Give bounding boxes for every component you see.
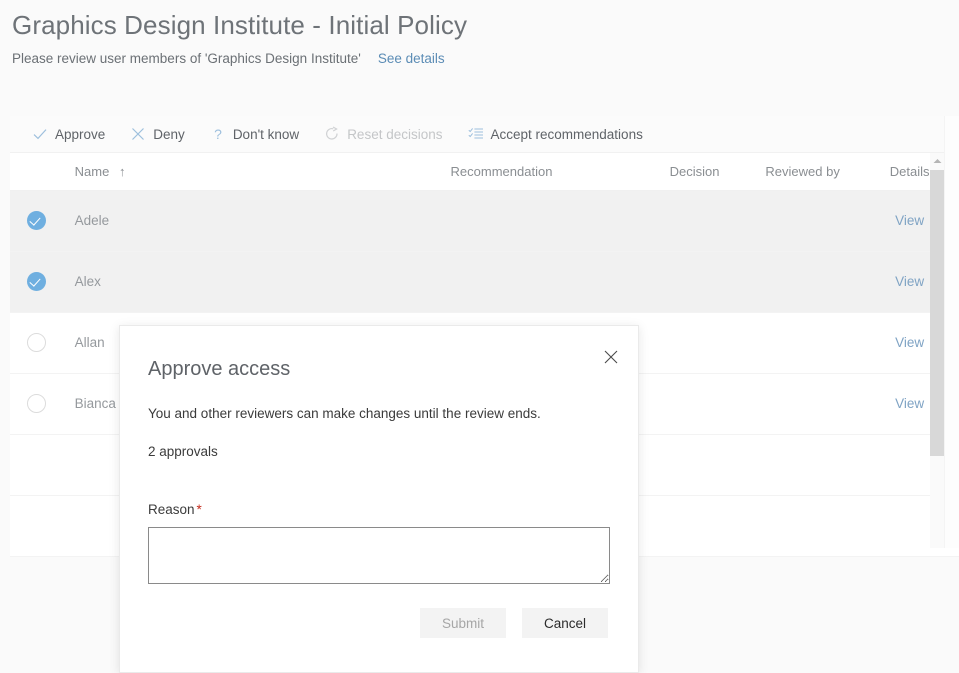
cancel-button[interactable]: Cancel bbox=[522, 608, 608, 638]
scrollbar-thumb[interactable] bbox=[930, 170, 945, 456]
accept-recommendations-button-label: Accept recommendations bbox=[491, 127, 643, 142]
row-reviewed-by-cell bbox=[745, 190, 860, 251]
reason-input[interactable] bbox=[148, 527, 610, 584]
command-bar: Approve Deny ? Don't know Reset decision… bbox=[10, 116, 959, 153]
row-decision-cell bbox=[644, 190, 745, 251]
row-select-cell[interactable] bbox=[10, 251, 63, 312]
row-name-cell: Alex bbox=[63, 251, 359, 312]
empty-cell bbox=[644, 495, 745, 556]
column-header-name-label: Name bbox=[75, 164, 110, 179]
close-icon[interactable] bbox=[598, 344, 624, 370]
row-checkbox-unchecked-icon[interactable] bbox=[27, 333, 46, 352]
dialog-action-buttons: Submit Cancel bbox=[148, 608, 608, 638]
deny-button[interactable]: Deny bbox=[130, 116, 195, 153]
close-x-icon bbox=[130, 126, 146, 142]
page-header: Graphics Design Institute - Initial Poli… bbox=[0, 0, 959, 68]
column-header-recommendation[interactable]: Recommendation bbox=[359, 153, 644, 190]
empty-cell bbox=[745, 434, 860, 495]
reset-decisions-button[interactable]: Reset decisions bbox=[324, 116, 452, 153]
dialog-title: Approve access bbox=[148, 356, 608, 382]
checklist-icon bbox=[468, 126, 484, 142]
right-gutter bbox=[944, 116, 959, 548]
row-recommendation-cell bbox=[359, 190, 644, 251]
column-header-reviewed-by[interactable]: Reviewed by bbox=[745, 153, 860, 190]
approve-access-dialog: Approve access You and other reviewers c… bbox=[119, 325, 639, 673]
table-header-row: Name ↑ Recommendation Decision Reviewed … bbox=[10, 153, 959, 190]
column-header-decision[interactable]: Decision bbox=[644, 153, 745, 190]
empty-cell bbox=[745, 495, 860, 556]
row-reviewed-by-cell bbox=[745, 251, 860, 312]
svg-text:?: ? bbox=[214, 126, 222, 142]
row-reviewed-by-cell bbox=[745, 373, 860, 434]
table-vertical-scrollbar[interactable] bbox=[930, 153, 945, 548]
check-icon bbox=[32, 126, 48, 142]
view-details-link[interactable]: View bbox=[895, 396, 924, 411]
scroll-up-arrow-icon[interactable] bbox=[930, 153, 945, 169]
row-decision-cell bbox=[644, 251, 745, 312]
reset-decisions-button-label: Reset decisions bbox=[347, 127, 442, 142]
table-row[interactable]: Adele View bbox=[10, 190, 959, 251]
select-all-header-cell bbox=[10, 153, 63, 190]
required-asterisk: * bbox=[197, 502, 202, 517]
deny-button-label: Deny bbox=[153, 127, 185, 142]
dialog-approval-count: 2 approvals bbox=[148, 443, 608, 461]
view-details-link[interactable]: View bbox=[895, 335, 924, 350]
row-recommendation-cell bbox=[359, 251, 644, 312]
reason-label-text: Reason bbox=[148, 502, 195, 517]
subtitle-row: Please review user members of 'Graphics … bbox=[12, 50, 959, 68]
approve-button-label: Approve bbox=[55, 127, 105, 142]
dont-know-button[interactable]: ? Don't know bbox=[210, 116, 309, 153]
row-select-cell[interactable] bbox=[10, 190, 63, 251]
reset-arrow-icon bbox=[324, 126, 340, 142]
row-decision-cell bbox=[644, 312, 745, 373]
empty-cell bbox=[644, 434, 745, 495]
empty-cell bbox=[10, 434, 63, 495]
dialog-description: You and other reviewers can make changes… bbox=[148, 405, 608, 423]
see-details-link[interactable]: See details bbox=[378, 50, 445, 68]
row-decision-cell bbox=[644, 373, 745, 434]
row-reviewed-by-cell bbox=[745, 312, 860, 373]
row-checkbox-unchecked-icon[interactable] bbox=[27, 394, 46, 413]
table-row[interactable]: Alex View bbox=[10, 251, 959, 312]
sort-ascending-icon: ↑ bbox=[119, 164, 126, 179]
row-checkbox-checked-icon[interactable] bbox=[27, 272, 46, 291]
page-title: Graphics Design Institute - Initial Poli… bbox=[12, 8, 959, 42]
approve-button[interactable]: Approve bbox=[32, 116, 115, 153]
view-details-link[interactable]: View bbox=[895, 274, 924, 289]
view-details-link[interactable]: View bbox=[895, 213, 924, 228]
reason-label: Reason* bbox=[148, 501, 608, 519]
accept-recommendations-button[interactable]: Accept recommendations bbox=[468, 116, 653, 153]
submit-button[interactable]: Submit bbox=[420, 608, 506, 638]
question-mark-icon: ? bbox=[210, 126, 226, 142]
content-panel: Approve Deny ? Don't know Reset decision… bbox=[10, 116, 959, 548]
empty-cell bbox=[10, 495, 63, 556]
dont-know-button-label: Don't know bbox=[233, 127, 299, 142]
row-name-cell: Adele bbox=[63, 190, 359, 251]
row-select-cell[interactable] bbox=[10, 312, 63, 373]
column-header-name[interactable]: Name ↑ bbox=[63, 153, 359, 190]
row-checkbox-checked-icon[interactable] bbox=[27, 211, 46, 230]
page-subtitle: Please review user members of 'Graphics … bbox=[12, 50, 361, 68]
row-select-cell[interactable] bbox=[10, 373, 63, 434]
